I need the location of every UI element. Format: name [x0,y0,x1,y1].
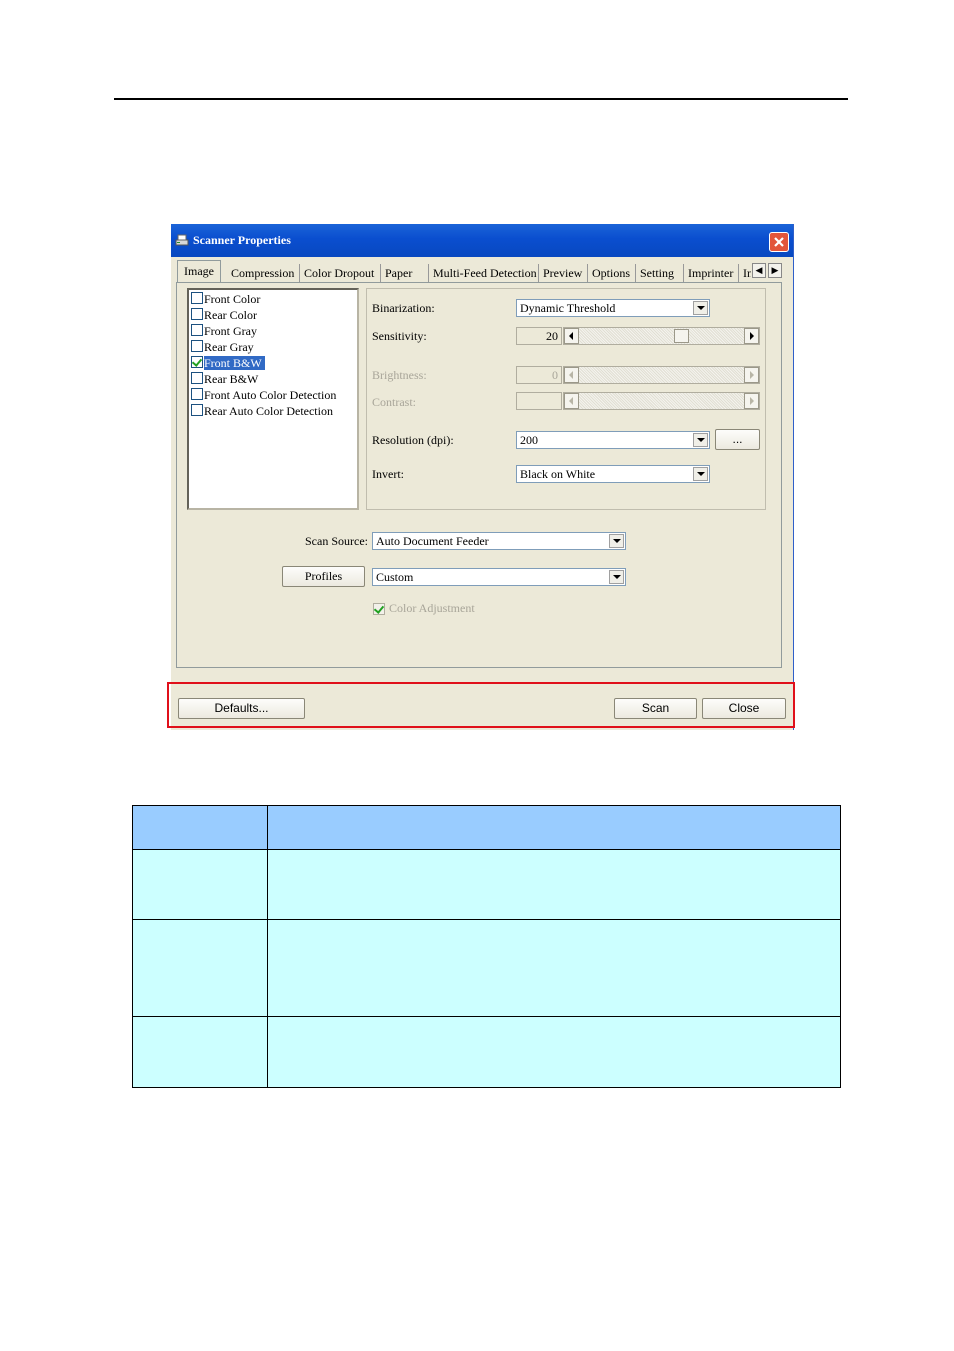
tab-scroll-right-icon[interactable]: ▶ [768,263,782,278]
slider-right-arrow-icon [744,367,759,383]
checkbox-checked[interactable] [191,356,203,368]
chevron-down-icon[interactable] [609,570,624,584]
list-item[interactable]: Front Auto Color Detection [191,387,359,403]
slider-left-arrow-icon [564,367,579,383]
contrast-slider [563,392,760,410]
checkbox[interactable] [191,324,203,336]
binarization-select[interactable]: Dynamic Threshold [516,299,710,317]
scan-source-select[interactable]: Auto Document Feeder [372,532,626,550]
scanner-icon [175,234,189,246]
checkbox[interactable] [191,340,203,352]
table-row [132,919,841,1017]
image-tab-panel: Front Color Rear Color Front Gray Rear G… [176,282,782,668]
tab-setting[interactable]: Setting [635,264,674,283]
invert-select[interactable]: Black on White [516,465,710,483]
checkbox[interactable] [191,292,203,304]
tab-paper[interactable]: Paper [380,264,412,283]
chevron-down-icon[interactable] [609,534,624,548]
color-adjustment-checkbox [373,603,385,615]
tab-color-dropout[interactable]: Color Dropout [299,264,374,283]
checkbox[interactable] [191,308,203,320]
description-table [132,805,841,1088]
sensitivity-slider[interactable] [563,327,760,345]
tab-compression[interactable]: Compression [227,264,294,283]
slider-right-arrow-icon[interactable] [744,328,759,344]
list-item[interactable]: Rear Color [191,307,359,323]
list-item-selected[interactable]: Front B&W [191,355,359,371]
close-icon [774,237,784,247]
table-row [132,849,841,920]
binarization-label: Binarization: [372,301,435,315]
resolution-select[interactable]: 200 [516,431,710,449]
checkbox[interactable] [191,404,203,416]
tab-strip: Image Compression Color Dropout Paper Mu… [171,259,793,283]
tab-imprinter[interactable]: Imprinter [683,264,733,283]
list-item[interactable]: Rear Auto Color Detection [191,403,359,419]
table-cell [267,849,841,920]
table-header-cell [132,805,268,850]
chevron-down-icon[interactable] [693,301,708,315]
slider-right-arrow-icon [744,393,759,409]
table-cell [132,849,268,920]
chevron-down-icon[interactable] [693,433,708,447]
tab-options[interactable]: Options [587,264,630,283]
brightness-slider [563,366,760,384]
highlight-box [167,682,795,728]
contrast-value [516,392,562,410]
checkbox[interactable] [191,372,203,384]
list-item[interactable]: Front Gray [191,323,359,339]
image-settings-group: Binarization: Dynamic Threshold Sensitiv… [366,288,766,510]
page-header-rule [114,98,848,100]
checkbox[interactable] [191,388,203,400]
contrast-label: Contrast: [372,395,416,409]
scanner-properties-window: Scanner Properties Image Compression Col… [171,224,794,730]
list-item[interactable]: Rear B&W [191,371,359,387]
table-header-row [132,805,841,850]
resolution-more-button[interactable]: ... [715,429,760,450]
table-cell [132,1016,268,1088]
resolution-label: Resolution (dpi): [372,433,454,447]
table-cell [267,919,841,1017]
invert-label: Invert: [372,467,404,481]
list-item[interactable]: Rear Gray [191,339,359,355]
table-cell [132,919,268,1017]
profile-select[interactable]: Custom [372,568,626,586]
sensitivity-value[interactable]: 20 [516,327,562,345]
chevron-down-icon[interactable] [693,467,708,481]
window-title: Scanner Properties [193,233,291,247]
image-type-list[interactable]: Front Color Rear Color Front Gray Rear G… [187,288,359,510]
tab-image[interactable]: Image [177,260,221,283]
brightness-label: Brightness: [372,368,427,382]
table-cell [267,1016,841,1088]
tab-overflow[interactable]: In [738,264,751,283]
title-bar[interactable]: Scanner Properties [171,224,793,257]
profiles-button[interactable]: Profiles [282,566,365,587]
color-adjustment-label: Color Adjustment [389,601,475,615]
window-close-button[interactable] [769,232,789,252]
list-item[interactable]: Front Color [191,291,359,307]
tab-preview[interactable]: Preview [538,264,582,283]
slider-thumb[interactable] [674,329,689,343]
slider-left-arrow-icon[interactable] [564,328,579,344]
tab-multi-feed-detection[interactable]: Multi-Feed Detection [428,264,537,283]
scan-source-label: Scan Source: [305,534,368,548]
sensitivity-label: Sensitivity: [372,329,427,343]
table-header-cell [267,805,841,850]
tab-scroll-left-icon[interactable]: ◀ [752,263,766,278]
brightness-value: 0 [516,366,562,384]
table-row [132,1016,841,1088]
slider-left-arrow-icon [564,393,579,409]
